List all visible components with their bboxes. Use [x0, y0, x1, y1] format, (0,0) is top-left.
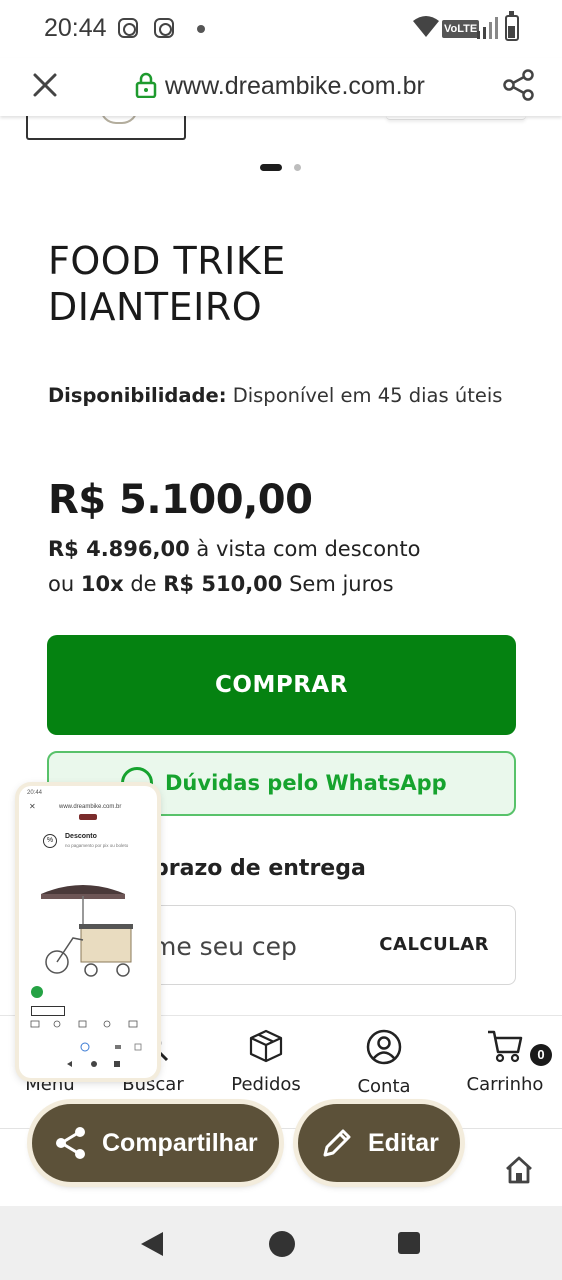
share-icon — [56, 1127, 85, 1159]
url-text[interactable]: www.dreambike.com.br — [165, 72, 425, 101]
preview-whatsapp-icon — [31, 986, 43, 998]
instagram-notification-icon — [154, 18, 174, 38]
nav-item-account[interactable]: Conta — [329, 1028, 439, 1097]
preview-thumbnail — [31, 1006, 65, 1016]
share-icon[interactable] — [502, 68, 536, 102]
preview-nav-icons — [30, 1020, 138, 1028]
nav-label-orders: Pedidos — [231, 1074, 301, 1095]
nav-item-cart[interactable]: 0 Carrinho — [450, 1028, 560, 1095]
preview-url: www.dreambike.com.br — [59, 804, 122, 810]
close-icon[interactable] — [30, 70, 60, 100]
installments-line: ou 10x de R$ 510,00 Sem juros — [48, 572, 528, 596]
preview-system-nav — [67, 1061, 120, 1067]
battery-icon — [505, 11, 519, 41]
cart-icon — [488, 1030, 523, 1063]
back-icon[interactable] — [141, 1232, 163, 1256]
preview-url-bar: ✕ www.dreambike.com.br — [25, 802, 151, 814]
product-thumbnail[interactable] — [386, 116, 526, 120]
product-price: R$ 5.100,00 — [48, 477, 313, 523]
shipping-title: prazo de entrega — [153, 856, 366, 881]
preview-status: 20:44 — [27, 790, 43, 796]
product-title: FOOD TRIKE DIANTEIRO — [48, 239, 286, 329]
system-navigation-bar — [0, 1206, 562, 1280]
calculate-button[interactable]: CALCULAR — [379, 934, 489, 955]
preview-bottom-nav — [27, 1018, 149, 1034]
more-notifications-icon — [197, 25, 205, 33]
wifi-icon — [413, 16, 439, 37]
preview-percent-icon: % — [43, 834, 57, 848]
home-button-icon[interactable] — [269, 1231, 295, 1257]
preview-product-image — [41, 885, 133, 977]
installments-count: 10x — [80, 572, 124, 596]
installments-mid: de — [130, 572, 157, 596]
status-time: 20:44 — [44, 14, 107, 42]
nav-label-account: Conta — [357, 1076, 411, 1097]
preview-logo — [79, 814, 97, 820]
screenshot-preview[interactable]: 20:44 ✕ www.dreambike.com.br % Desconto … — [19, 786, 157, 1078]
lock-icon — [135, 72, 157, 98]
preview-discount-title: Desconto — [65, 833, 97, 840]
buy-button[interactable]: COMPRAR — [47, 635, 516, 735]
home-icon[interactable] — [504, 1155, 534, 1185]
installment-value: R$ 510,00 — [163, 572, 283, 596]
availability-label: Disponibilidade: — [48, 384, 227, 407]
instagram-notification-icon — [118, 18, 138, 38]
cart-count-badge: 0 — [530, 1044, 552, 1066]
nav-label-cart: Carrinho — [466, 1074, 544, 1095]
status-bar: 20:44 VoLTE — [0, 0, 562, 58]
edit-label: Editar — [368, 1129, 439, 1157]
preview-toolbar-icons — [80, 1042, 142, 1052]
signal-icon — [477, 17, 498, 39]
preview-close-icon: ✕ — [29, 802, 36, 811]
share-label: Compartilhar — [102, 1129, 258, 1157]
preview-discount-card: % Desconto no pagamento por pix ou bolet… — [39, 830, 135, 858]
availability: Disponibilidade: Disponível em 45 dias ú… — [48, 381, 508, 411]
whatsapp-label: Dúvidas pelo WhatsApp — [165, 771, 447, 795]
recent-apps-icon[interactable] — [398, 1232, 420, 1254]
carousel-dot[interactable] — [294, 164, 301, 171]
preview-browser-bar — [27, 1042, 149, 1052]
box-icon — [249, 1029, 283, 1063]
edit-screenshot-button[interactable]: Editar — [298, 1104, 460, 1182]
cash-price-text: à vista com desconto — [196, 537, 421, 561]
user-icon — [366, 1029, 402, 1065]
pencil-icon — [323, 1129, 351, 1157]
availability-value: Disponível em 45 dias úteis — [232, 384, 503, 407]
product-thumbnail[interactable] — [26, 116, 186, 140]
image-thumbnails — [0, 116, 562, 146]
preview-discount-sub: no pagamento por pix ou boleto — [65, 843, 129, 848]
volte-indicator: VoLTE — [442, 20, 480, 38]
installments-prefix: ou — [48, 572, 75, 596]
url-bar: www.dreambike.com.br — [0, 58, 562, 116]
cash-price-line: R$ 4.896,00 à vista com desconto — [48, 537, 528, 561]
installments-suffix: Sem juros — [289, 572, 394, 596]
nav-item-orders[interactable]: Pedidos — [211, 1028, 321, 1095]
carousel-dot-active[interactable] — [260, 164, 282, 171]
cash-price: R$ 4.896,00 — [48, 537, 190, 561]
share-screenshot-button[interactable]: Compartilhar — [32, 1104, 279, 1182]
